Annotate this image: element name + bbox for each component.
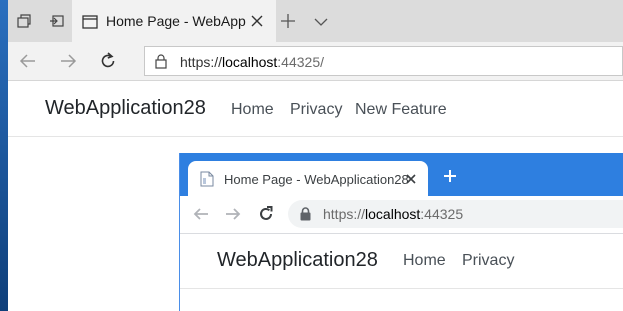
chrome-tab-home-page[interactable]: Home Page - WebApplication28 xyxy=(188,161,428,196)
nav-link-new-feature[interactable]: New Feature xyxy=(355,101,447,119)
url-scheme: https:// xyxy=(323,206,366,222)
nav-link-home[interactable]: Home xyxy=(231,101,274,119)
back-arrow-icon[interactable] xyxy=(18,51,40,71)
plus-icon[interactable] xyxy=(443,169,457,188)
refresh-icon[interactable] xyxy=(257,205,279,225)
url-port: :44325 xyxy=(420,206,464,222)
back-arrow-icon[interactable] xyxy=(192,205,214,225)
page-icon xyxy=(82,15,98,34)
lock-icon[interactable] xyxy=(155,54,167,74)
edge-url-text: https://localhost:44325/ xyxy=(180,54,324,70)
edge-tab-bar: Home Page - WebAppli xyxy=(8,0,623,42)
chrome-browser-window: Home Page - WebApplication28 https://loc… xyxy=(179,153,623,311)
chrome-tab-bar: Home Page - WebApplication28 xyxy=(180,153,623,196)
url-port: :44325/ xyxy=(277,54,325,70)
close-icon[interactable] xyxy=(405,172,417,190)
nav-link-privacy[interactable]: Privacy xyxy=(462,252,514,270)
edge-address-bar[interactable]: https://localhost:44325/ xyxy=(144,46,623,76)
chrome-url-text: https://localhost:44325 xyxy=(323,206,463,222)
tab-preview-icon[interactable] xyxy=(12,9,36,33)
refresh-icon[interactable] xyxy=(98,51,120,71)
edge-tab-home-page[interactable]: Home Page - WebAppli xyxy=(72,0,276,42)
forward-arrow-icon[interactable] xyxy=(58,51,80,71)
set-aside-tabs-icon[interactable] xyxy=(45,9,69,33)
chrome-toolbar: https://localhost:44325 xyxy=(180,196,623,234)
url-scheme: https:// xyxy=(180,54,223,70)
desktop-background xyxy=(0,0,8,311)
chrome-address-bar[interactable]: https://localhost:44325 xyxy=(288,200,623,228)
edge-tab-title: Home Page - WebAppli xyxy=(106,13,246,29)
forward-arrow-icon[interactable] xyxy=(224,205,246,225)
chrome-page-content: WebApplication28 Home Privacy xyxy=(180,234,623,311)
chevron-down-icon[interactable] xyxy=(313,15,329,33)
nav-link-home[interactable]: Home xyxy=(403,252,446,270)
close-icon[interactable] xyxy=(250,14,264,33)
edge-toolbar: https://localhost:44325/ xyxy=(8,42,623,81)
site-navbar: WebApplication28 Home Privacy xyxy=(180,234,623,289)
page-icon xyxy=(200,171,214,192)
url-host: localhost xyxy=(365,206,421,222)
chrome-tab-title: Home Page - WebApplication28 xyxy=(224,172,409,187)
nav-link-privacy[interactable]: Privacy xyxy=(290,101,342,119)
url-host: localhost xyxy=(222,54,278,70)
site-brand-link[interactable]: WebApplication28 xyxy=(45,97,206,120)
plus-icon[interactable] xyxy=(280,13,296,34)
lock-icon[interactable] xyxy=(300,207,311,226)
site-brand-link[interactable]: WebApplication28 xyxy=(217,249,378,272)
site-navbar: WebApplication28 Home Privacy New Featur… xyxy=(8,81,623,137)
